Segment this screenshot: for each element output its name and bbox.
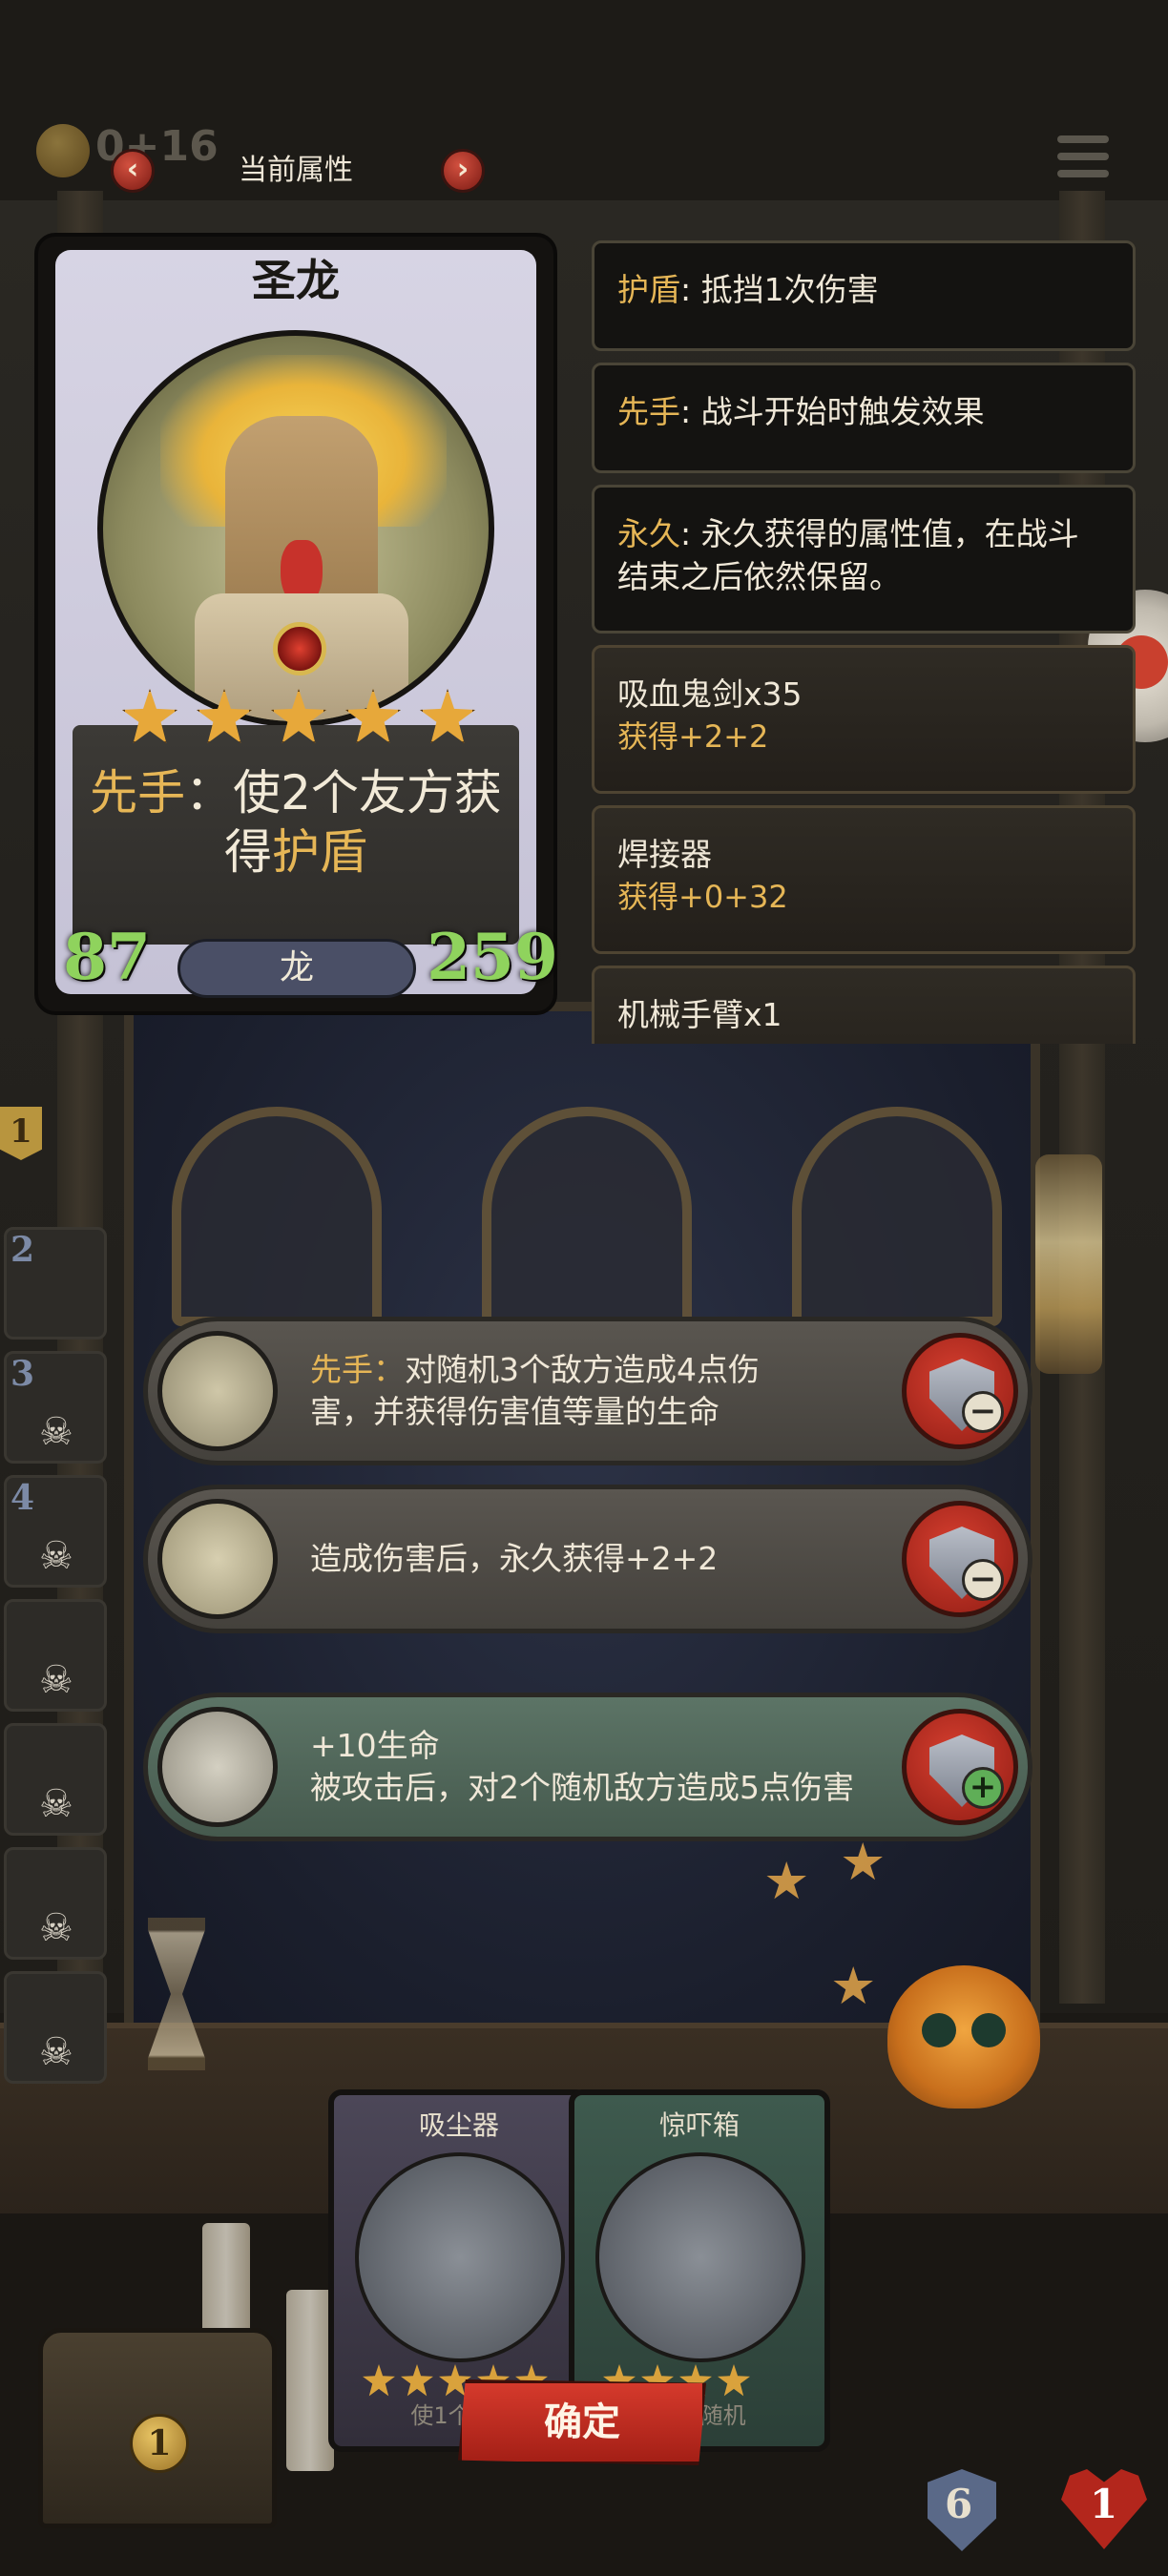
keyword-shield: 护盾 <box>272 824 367 880</box>
chest-coin: 1 <box>130 2414 189 2473</box>
item-name: 吸血鬼剑x35 <box>617 675 803 713</box>
item-name: 焊接器 <box>617 836 712 873</box>
unit-star-rating <box>122 689 475 744</box>
skull-icon: ☠ <box>39 1658 73 1702</box>
skull-icon: ☠ <box>39 1782 73 1826</box>
star-icon <box>420 689 475 743</box>
jack-in-box-icon <box>157 1707 278 1827</box>
card-art <box>355 2152 565 2362</box>
remove-ability-button[interactable]: − <box>902 1333 1018 1449</box>
card-name: 惊吓箱 <box>658 2109 740 2141</box>
welder-icon <box>157 1499 278 1619</box>
skull-icon: ☠ <box>39 1410 73 1454</box>
card-art <box>595 2152 805 2362</box>
item-panel[interactable]: 焊接器 获得+0+32 <box>592 805 1136 954</box>
star-icon <box>197 689 252 743</box>
page-title: 当前属性 <box>239 154 353 187</box>
lamp-right <box>1035 1154 1102 1374</box>
team-slot[interactable]: 3 ☠ <box>4 1351 107 1464</box>
team-slot[interactable]: ☠ <box>4 1599 107 1712</box>
keyword-panel-shield: 护盾: 抵挡1次伤害 <box>592 240 1136 351</box>
pumpkin-decoration <box>887 1965 1040 2109</box>
star-icon <box>271 689 326 743</box>
next-button[interactable]: › <box>441 149 485 193</box>
item-name: 机械手臂x1 <box>617 996 782 1033</box>
card-name: 吸尘器 <box>418 2109 499 2141</box>
ability-row: +10生命 被攻击后，对2个随机敌方造成5点伤害 + <box>143 1693 1032 1841</box>
item-gain: 获得+2+2 <box>617 718 769 755</box>
star-decoration: ★ <box>763 1851 810 1911</box>
team-slot[interactable]: ☠ <box>4 1847 107 1960</box>
keyword-panel-first-strike: 先手: 战斗开始时触发效果 <box>592 363 1136 473</box>
unit-name: 圣龙 <box>252 255 340 306</box>
attribute-list[interactable]: 护盾: 抵挡1次伤害 先手: 战斗开始时触发效果 永久: 永久获得的属性值，在战… <box>592 240 1139 1044</box>
enemy-portrait-frame-1 <box>172 1107 382 1326</box>
keyword-panel-permanent: 永久: 永久获得的属性值，在战斗结束之后依然保留。 <box>592 485 1136 634</box>
minus-icon: − <box>962 1559 1004 1601</box>
slot-number: 3 <box>10 1354 35 1394</box>
crown-coin-icon <box>36 124 90 177</box>
unit-attack: 87 <box>63 920 151 994</box>
menu-icon[interactable] <box>1057 135 1109 187</box>
minus-icon: − <box>962 1391 1004 1433</box>
slot-number: 2 <box>10 1230 35 1270</box>
star-decoration: ★ <box>830 1956 877 2016</box>
add-ability-button[interactable]: + <box>902 1709 1018 1825</box>
team-slot-1-badge[interactable]: 1 <box>0 1107 42 1160</box>
item-panel[interactable]: 吸血鬼剑x35 获得+2+2 <box>592 645 1136 794</box>
plus-icon: + <box>962 1767 1004 1809</box>
unit-ability-text: 先手：使2个友方获 得护盾 <box>90 765 502 880</box>
prev-button[interactable]: ‹ <box>111 149 155 193</box>
unit-health: 259 <box>427 920 558 994</box>
keyword-first-strike: 先手 <box>90 765 186 821</box>
team-slot[interactable]: ☠ <box>4 1723 107 1836</box>
star-icon <box>122 689 177 743</box>
skull-icon: ☠ <box>39 1906 73 1950</box>
enemy-portrait-frame-3 <box>792 1107 1002 1326</box>
star-icon <box>345 689 401 743</box>
shield-count: 6 <box>945 2481 973 2527</box>
skull-icon: ☠ <box>39 1534 73 1578</box>
candle-left-2 <box>286 2290 334 2471</box>
chevron-right-icon: › <box>456 153 469 186</box>
slot-number: 4 <box>10 1478 35 1518</box>
item-gain: 获得+0+32 <box>617 879 788 915</box>
enemy-portrait-frame-2 <box>482 1107 692 1326</box>
heart-count: 1 <box>1090 2481 1118 2527</box>
chevron-left-icon: ‹ <box>126 153 139 186</box>
vampire-sword-icon <box>157 1331 278 1451</box>
team-slot[interactable]: 4 ☠ <box>4 1475 107 1588</box>
ability-row: 造成伤害后，永久获得+2+2 − <box>143 1485 1032 1633</box>
skull-icon: ☠ <box>39 2030 73 2074</box>
ability-row: 先手：对随机3个敌方造成4点伤 害，并获得伤害值等量的生命 − <box>143 1317 1032 1465</box>
confirm-button[interactable]: 确定 <box>458 2379 706 2465</box>
unit-portrait <box>97 330 494 727</box>
item-panel[interactable]: 机械手臂x1 <box>592 966 1136 1044</box>
team-slot[interactable]: 2 <box>4 1227 107 1340</box>
team-slot[interactable]: ☠ <box>4 1971 107 2084</box>
unit-tribe: 龙 <box>177 939 416 998</box>
remove-ability-button[interactable]: − <box>902 1501 1018 1617</box>
